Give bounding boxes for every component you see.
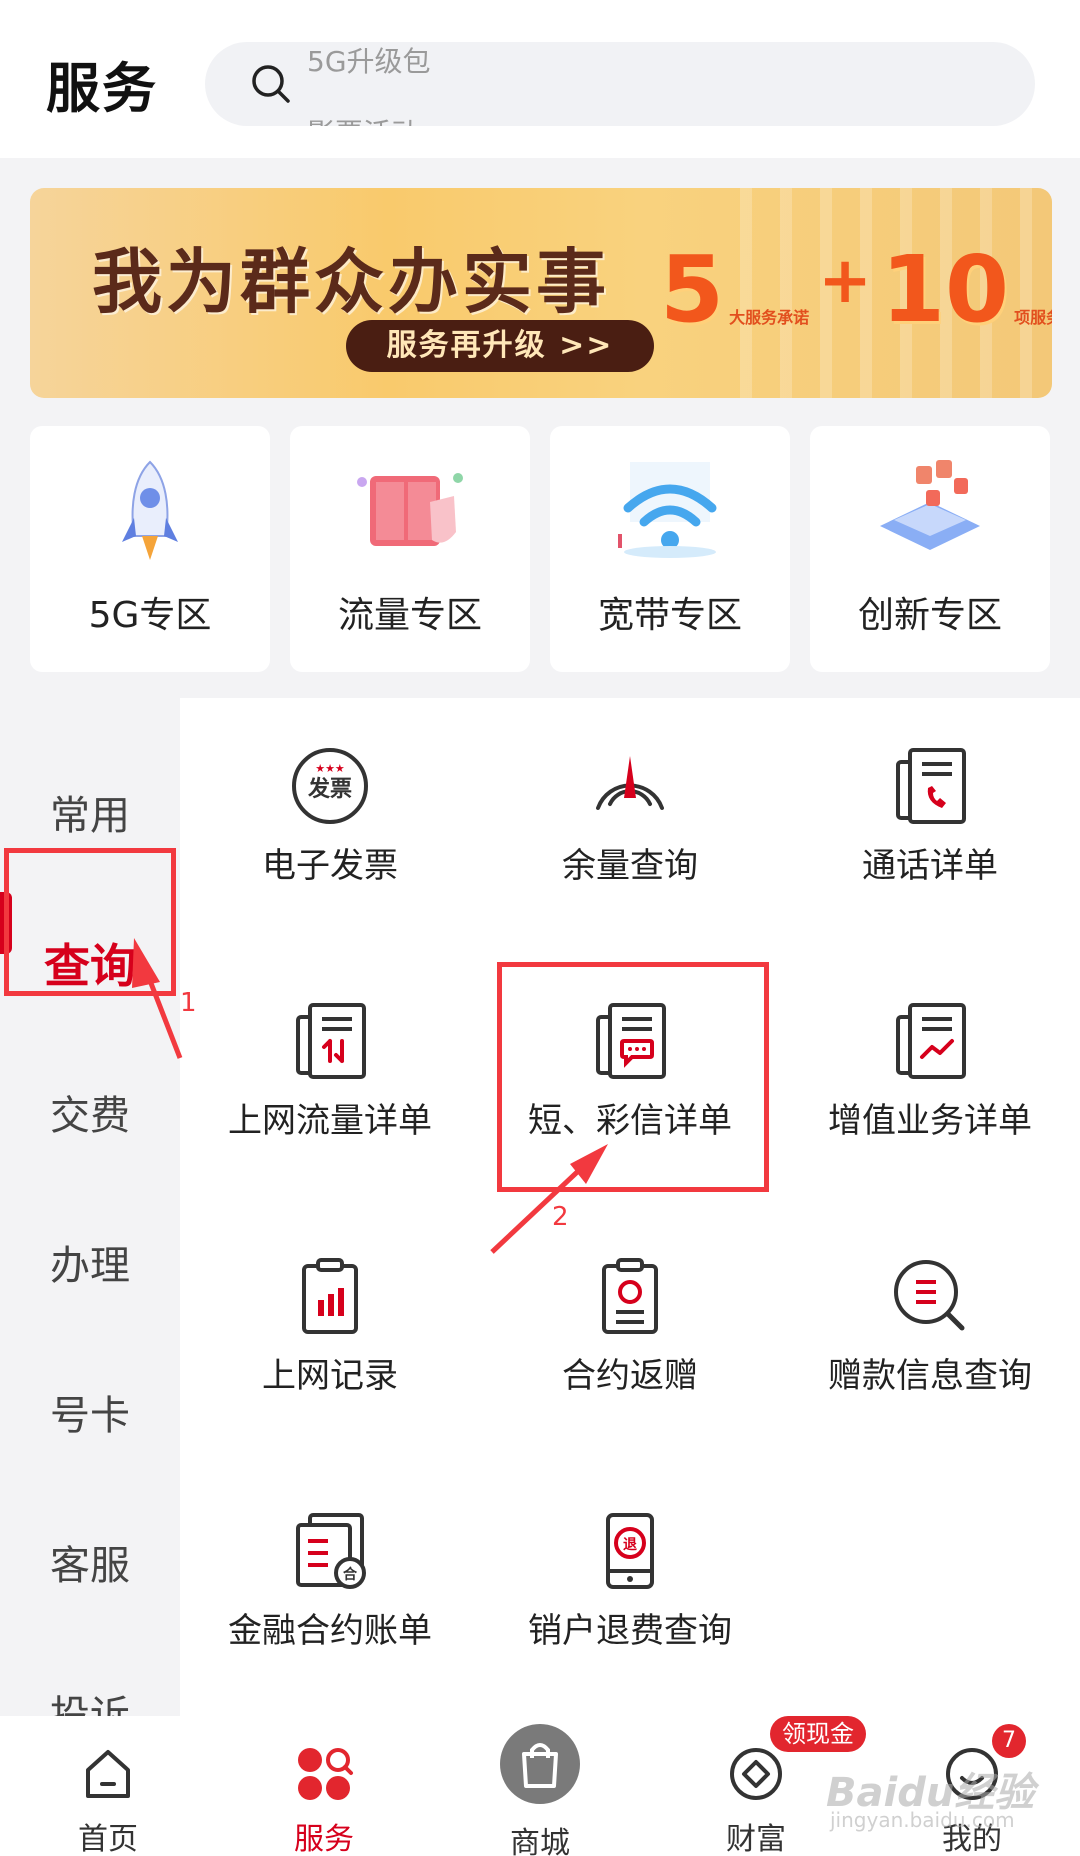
- page-title: 服务: [46, 57, 158, 120]
- gift-query-icon: [894, 1260, 965, 1331]
- service-label: 赠款信息查询: [828, 1356, 1032, 1396]
- service-label: 金融合约账单: [228, 1611, 432, 1651]
- tab-label: 首页: [78, 1822, 138, 1856]
- service-e-invoice[interactable]: 发票 ★★★ 电子发票: [180, 698, 480, 898]
- service-label: 增值业务详单: [828, 1101, 1032, 1141]
- invoice-icon: 发票 ★★★: [292, 748, 368, 824]
- annotation-step-2: 2: [552, 1202, 569, 1232]
- banner-slogan: 5 大服务承诺 + 10 项服务行动: [660, 244, 1052, 354]
- wifi-icon: [618, 462, 717, 558]
- banner-number-10: 10: [880, 236, 1009, 343]
- service-data-detail[interactable]: 上网流量详单: [180, 953, 480, 1153]
- service-balance-query[interactable]: 余量查询: [480, 698, 780, 898]
- contract-rebate-icon: [602, 1258, 658, 1334]
- header-bar: 服务 5G升级包 影票活动: [0, 0, 1080, 158]
- service-label: 销户退费查询: [528, 1611, 732, 1651]
- service-finance-bill[interactable]: 合 金融合约账单: [180, 1463, 480, 1663]
- service-label: 合约返赠: [562, 1356, 698, 1396]
- net-record-icon: [302, 1258, 358, 1334]
- banner-plus: +: [818, 244, 872, 318]
- zone-card-broadband[interactable]: 宽带专区: [550, 426, 790, 672]
- call-detail-icon: [896, 748, 966, 824]
- zone-cards: 5G专区 流量专区 宽带专区 创新专区: [30, 426, 1052, 672]
- service-icon: [298, 1748, 353, 1800]
- message-count-badge: 7: [992, 1724, 1026, 1758]
- innovation-icon: [880, 460, 980, 550]
- category-item-payment[interactable]: 交费: [0, 1066, 180, 1166]
- tab-service[interactable]: 服务: [216, 1716, 432, 1856]
- service-call-detail[interactable]: 通话详单: [780, 698, 1080, 898]
- svg-text:合: 合: [343, 1566, 358, 1583]
- data-box-icon: [357, 473, 463, 546]
- shopping-bag-icon: [522, 1743, 558, 1788]
- service-net-record[interactable]: 上网记录: [180, 1208, 480, 1408]
- service-gift-query[interactable]: 赠款信息查询: [780, 1208, 1080, 1408]
- annotation-box-sms-detail: [497, 962, 769, 1192]
- zone-card-5g[interactable]: 5G专区: [30, 426, 270, 672]
- service-grid: 发票 ★★★ 电子发票 余量查询 通话详单 上网流量详单 短、彩信详单 增值业务…: [180, 698, 1080, 1716]
- zone-label: 5G专区: [88, 595, 212, 636]
- category-item-handle[interactable]: 办理: [0, 1216, 180, 1316]
- service-label: 电子发票: [262, 846, 398, 886]
- vas-detail-icon: [896, 1003, 966, 1079]
- zone-card-data[interactable]: 流量专区: [290, 426, 530, 672]
- cash-badge[interactable]: 领现金: [770, 1716, 866, 1752]
- banner-caption-action: 项服务行动: [1014, 308, 1052, 327]
- gauge-icon: [596, 756, 664, 810]
- rocket-icon: [122, 460, 178, 560]
- service-refund-query[interactable]: 退 销户退费查询: [480, 1463, 780, 1663]
- zone-card-innovation[interactable]: 创新专区: [810, 426, 1050, 672]
- home-icon: [86, 1750, 130, 1798]
- banner-button[interactable]: 服务再升级 >>: [346, 320, 654, 372]
- tab-home[interactable]: 首页: [0, 1716, 216, 1856]
- svg-text:发票: 发票: [307, 776, 352, 802]
- search-hint-rolling-top: 5G升级包: [307, 45, 431, 78]
- svg-text:退: 退: [623, 1537, 637, 1553]
- tab-label: 服务: [294, 1822, 354, 1856]
- baidu-watermark-url: jingyan.baidu.com: [830, 1808, 1015, 1832]
- search-bar[interactable]: 5G升级包 影票活动: [205, 42, 1035, 126]
- banner-title: 我为群众办实事: [92, 241, 610, 323]
- search-hint-rolling-bottom: 影票活动: [307, 112, 419, 126]
- service-vas-detail[interactable]: 增值业务详单: [780, 953, 1080, 1153]
- zone-label: 宽带专区: [597, 595, 742, 636]
- search-icon: [252, 65, 290, 103]
- banner-number-5: 5: [660, 236, 725, 343]
- promo-banner[interactable]: 我为群众办实事 服务再升级 >> 5 大服务承诺 + 10 项服务行动: [30, 188, 1052, 398]
- tab-mall[interactable]: 商城: [432, 1716, 648, 1856]
- service-contract-rebate[interactable]: 合约返赠: [480, 1208, 780, 1408]
- wealth-icon: [730, 1748, 782, 1800]
- banner-caption-promise: 大服务承诺: [729, 308, 810, 327]
- tab-label: 商城: [510, 1826, 570, 1856]
- svg-text:★★★: ★★★: [315, 762, 345, 775]
- annotation-step-1: 1: [180, 988, 197, 1018]
- service-label: 通话详单: [862, 846, 998, 886]
- data-detail-icon: [296, 1003, 366, 1079]
- zone-label: 流量专区: [337, 595, 482, 636]
- finance-bill-icon: 合: [296, 1513, 366, 1589]
- refund-query-icon: 退: [606, 1513, 654, 1589]
- category-item-support[interactable]: 客服: [0, 1516, 180, 1616]
- service-label: 上网流量详单: [228, 1101, 432, 1141]
- service-label: 余量查询: [562, 846, 698, 886]
- category-item-sim[interactable]: 号卡: [0, 1366, 180, 1466]
- annotation-box-query-tab: [4, 848, 176, 996]
- service-label: 上网记录: [262, 1356, 398, 1396]
- zone-label: 创新专区: [857, 595, 1002, 636]
